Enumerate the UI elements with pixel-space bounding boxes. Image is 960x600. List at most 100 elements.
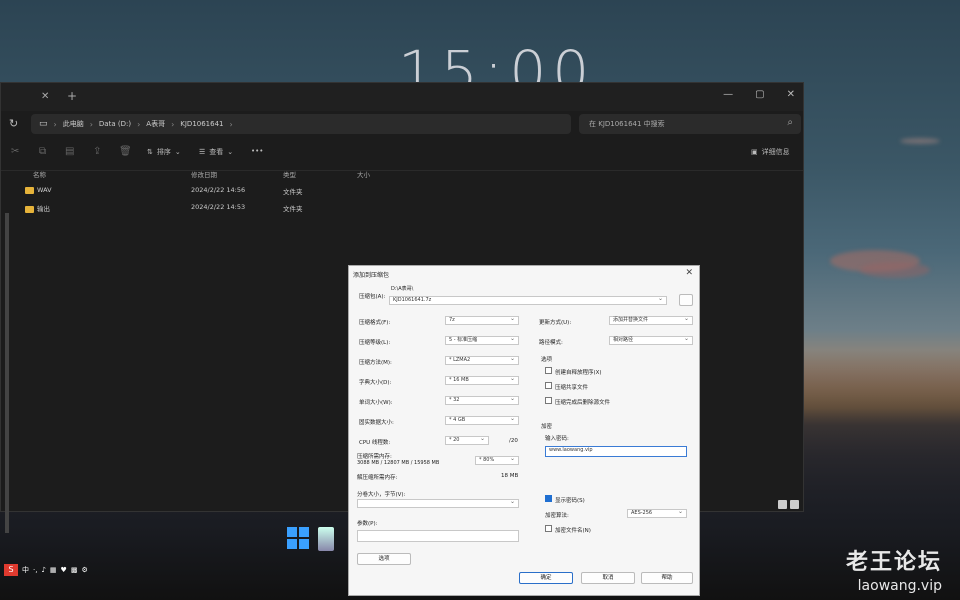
- show-password-label: 显示密码(S): [555, 498, 585, 504]
- split-combo[interactable]: [357, 498, 519, 508]
- cancel-button[interactable]: 取消: [581, 572, 635, 584]
- more-button[interactable]: •••: [251, 147, 263, 155]
- ok-button[interactable]: 确定: [519, 572, 573, 584]
- pathmode-select[interactable]: 相对路径: [609, 335, 693, 345]
- encrypt-names-checkbox[interactable]: [545, 525, 552, 532]
- share-icon[interactable]: ⇪: [93, 146, 101, 157]
- split-label: 分卷大小，字节(V):: [357, 492, 406, 498]
- delete-icon[interactable]: 🗑: [119, 146, 132, 157]
- file-date: 2024/2/22 14:56: [191, 186, 246, 194]
- tiles-view-icon[interactable]: [790, 500, 799, 509]
- close-window-icon[interactable]: ✕: [787, 89, 795, 100]
- new-tab-icon[interactable]: +: [67, 89, 77, 103]
- command-bar: ✂ ⧉ ▤ ⇪ 🗑 ⇅ 排序 ⌄ ☰ 查看 ⌄ ••• ▣ 详细信息: [1, 137, 803, 171]
- password-label: 输入密码:: [545, 436, 569, 442]
- cpu-select[interactable]: * 20: [445, 435, 489, 445]
- taskbar-app-icon[interactable]: [318, 527, 334, 551]
- skin-icon[interactable]: ♥: [61, 566, 67, 574]
- decomp-value: 18 MB: [501, 473, 519, 479]
- search-input[interactable]: 在 KJD1061641 中搜索 ⌕: [579, 114, 801, 134]
- sfx-checkbox[interactable]: [545, 367, 552, 374]
- decomp-label: 解压缩所需内存:: [357, 475, 398, 481]
- explorer-titlebar: ✕ + — ▢ ✕: [1, 83, 803, 111]
- browse-button[interactable]: [679, 294, 693, 306]
- file-type: 文件夹: [283, 205, 303, 213]
- tab-close-icon[interactable]: ✕: [41, 91, 49, 102]
- mem-label: 压缩所需内存:: [357, 454, 392, 460]
- mem-detail: 3088 MB / 12807 MB / 15958 MB: [357, 460, 440, 466]
- pathmode-label: 路径模式:: [539, 340, 563, 346]
- column-type[interactable]: 类型: [283, 169, 296, 179]
- paste-icon[interactable]: ▤: [65, 146, 74, 157]
- close-icon[interactable]: ✕: [685, 268, 693, 278]
- encrypt-names-label: 加密文件名(N): [555, 528, 591, 534]
- windows-start-icon[interactable]: [287, 527, 309, 549]
- watermark: 老王论坛 laowang.vip: [846, 544, 942, 594]
- keyboard-icon[interactable]: ▦: [50, 566, 57, 574]
- show-password-checkbox[interactable]: [545, 495, 552, 502]
- column-size[interactable]: 大小: [357, 169, 370, 179]
- ime-lang-icon[interactable]: 中: [22, 565, 29, 575]
- chevron-down-icon: ⌄: [174, 148, 181, 156]
- dialog-title: 添加到压缩包: [353, 272, 390, 279]
- chevron-down-icon: ⌄: [227, 148, 234, 156]
- mic-icon[interactable]: ♪: [41, 566, 45, 574]
- cut-icon[interactable]: ✂: [11, 146, 19, 157]
- refresh-icon[interactable]: ↻: [9, 117, 18, 130]
- chevron-right-icon: ›: [89, 119, 93, 129]
- sort-button[interactable]: ⇅ 排序 ⌄: [147, 147, 181, 157]
- view-button[interactable]: ☰ 查看 ⌄: [199, 147, 233, 157]
- add-to-archive-dialog: 添加到压缩包 ✕ 压缩包(A): D:\A表哥\ KJD1061641.7z 压…: [348, 265, 700, 596]
- column-date[interactable]: 修改日期: [191, 169, 217, 179]
- word-select[interactable]: * 32: [445, 395, 519, 405]
- archive-name-combo[interactable]: KJD1061641.7z: [389, 295, 667, 305]
- details-view-icon[interactable]: [778, 500, 787, 509]
- level-select[interactable]: 5 - 标准压缩: [445, 335, 519, 345]
- options-group-title: 选项: [541, 357, 553, 363]
- params-input[interactable]: [357, 530, 519, 542]
- update-select[interactable]: 添加并替换文件: [609, 315, 693, 325]
- search-icon: ⌕: [787, 117, 793, 128]
- format-select[interactable]: 7z: [445, 315, 519, 325]
- method-label: 压缩方法(M):: [359, 360, 392, 366]
- password-input[interactable]: www.laowang.vip: [545, 446, 687, 457]
- ime-toolbar: S 中 ·, ♪ ▦ ♥ ▩ ⚙: [0, 560, 88, 580]
- maximize-icon[interactable]: ▢: [755, 89, 764, 100]
- breadcrumb-item[interactable]: 此电脑: [63, 119, 84, 129]
- copy-icon[interactable]: ⧉: [39, 146, 46, 157]
- enc-method-select[interactable]: AES-256: [627, 508, 687, 518]
- wallpaper-cloud: [900, 138, 940, 144]
- settings-icon[interactable]: ⚙: [81, 566, 87, 574]
- ime-punct-icon[interactable]: ·,: [33, 566, 37, 574]
- update-label: 更新方式(U):: [539, 320, 572, 326]
- shared-files-label: 压缩共享文件: [555, 385, 589, 391]
- file-row[interactable]: 输出 2024/2/22 14:53 文件夹: [21, 200, 803, 216]
- dict-select[interactable]: * 16 MB: [445, 375, 519, 385]
- mem-select[interactable]: * 80%: [475, 455, 519, 465]
- chevron-right-icon: ›: [171, 119, 175, 129]
- watermark-cn: 老王论坛: [845, 550, 942, 575]
- cpu-label: CPU 线程数:: [359, 440, 391, 446]
- chevron-right-icon: ›: [229, 119, 233, 129]
- file-row[interactable]: WAV 2024/2/22 14:56 文件夹: [21, 183, 803, 199]
- method-select[interactable]: * LZMA2: [445, 355, 519, 365]
- minimize-icon[interactable]: —: [723, 89, 733, 100]
- help-button[interactable]: 帮助: [641, 572, 693, 584]
- sogou-ime-icon[interactable]: S: [4, 564, 18, 576]
- delete-after-checkbox[interactable]: [545, 397, 552, 404]
- solid-select[interactable]: * 4 GB: [445, 415, 519, 425]
- sfx-label: 创建自释放程序(X): [555, 370, 602, 376]
- details-pane-button[interactable]: ▣ 详细信息: [751, 147, 790, 157]
- shared-files-checkbox[interactable]: [545, 382, 552, 389]
- address-bar-row: ↻ ▭ › 此电脑 › Data (D:) › A表哥 › KJD1061641…: [1, 111, 803, 137]
- breadcrumb-item[interactable]: KJD1061641: [180, 120, 223, 128]
- toolbox-icon[interactable]: ▩: [71, 566, 78, 574]
- column-name[interactable]: 名称: [33, 169, 46, 179]
- navigation-pane-scrollbar[interactable]: [5, 213, 9, 533]
- options-button[interactable]: 选项: [357, 553, 411, 565]
- breadcrumb-item[interactable]: Data (D:): [99, 120, 131, 128]
- breadcrumb-item[interactable]: A表哥: [146, 119, 165, 129]
- enc-method-label: 加密算法:: [545, 513, 569, 519]
- address-bar[interactable]: ▭ › 此电脑 › Data (D:) › A表哥 › KJD1061641 ›: [31, 114, 571, 134]
- chevron-right-icon: ›: [137, 119, 141, 129]
